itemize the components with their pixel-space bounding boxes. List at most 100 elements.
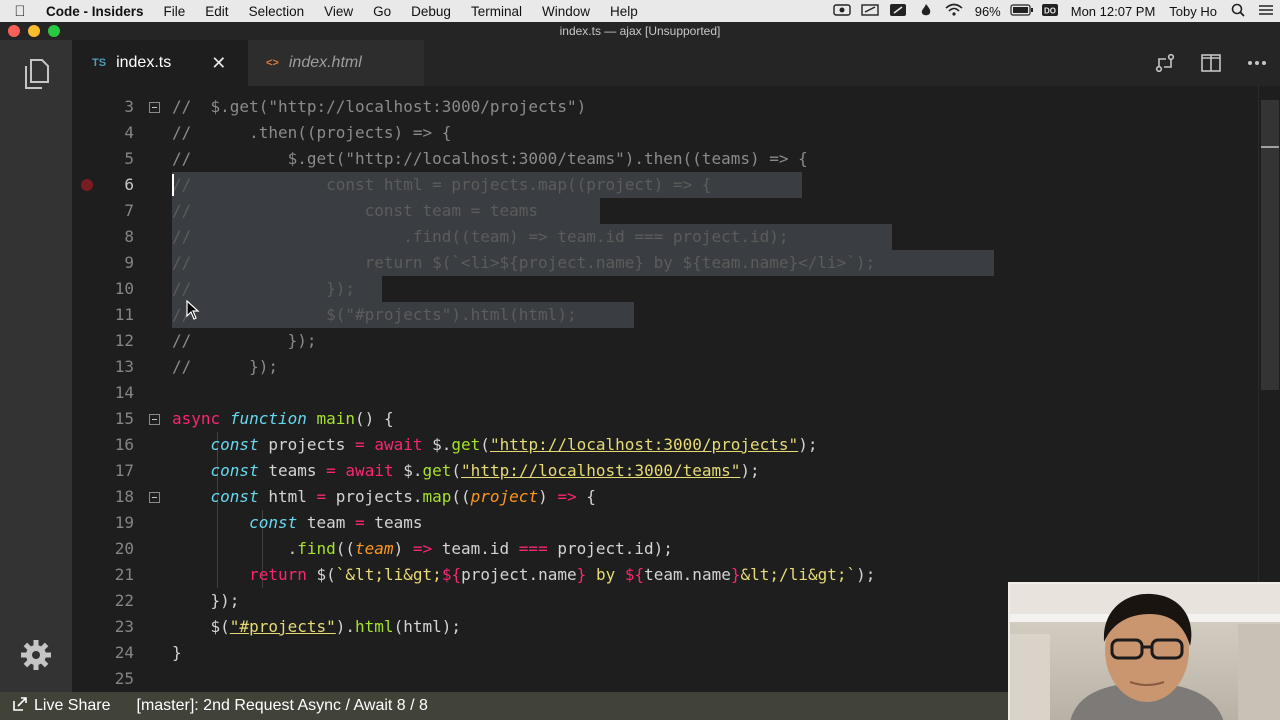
notification-center-icon[interactable] — [1252, 4, 1280, 19]
line-number: 25 — [114, 669, 134, 688]
window-title: index.ts — ajax [Unsupported] — [559, 24, 721, 38]
split-editor-icon[interactable] — [1188, 40, 1234, 86]
battery-icon[interactable] — [1008, 3, 1036, 19]
line-number: 6 — [124, 175, 134, 194]
menu-file[interactable]: File — [154, 4, 196, 19]
menu-user[interactable]: Toby Ho — [1162, 4, 1224, 19]
fold-icon[interactable] — [149, 102, 160, 113]
tab-label: index.html — [288, 54, 362, 71]
line-number: 7 — [124, 201, 134, 220]
gutter-line[interactable]: 20 — [72, 536, 172, 562]
gutter-line[interactable]: 7 — [72, 198, 172, 224]
code-line[interactable]: const projects = await $.get("http://loc… — [172, 432, 1260, 458]
line-number: 23 — [114, 617, 134, 636]
code-line[interactable]: // }); — [172, 328, 1260, 354]
code-line[interactable]: // const html = projects.map((project) =… — [172, 172, 1260, 198]
line-number: 9 — [124, 253, 134, 272]
fold-icon[interactable] — [149, 414, 160, 425]
menu-view[interactable]: View — [314, 4, 363, 19]
git-branch-status[interactable]: [master]: 2nd Request Async / Await 8 / … — [121, 697, 438, 715]
menu-help[interactable]: Help — [600, 4, 648, 19]
gutter-line[interactable]: 4 — [72, 120, 172, 146]
menu-selection[interactable]: Selection — [239, 4, 315, 19]
text-cursor — [172, 174, 174, 196]
line-number: 14 — [114, 383, 134, 402]
close-tab-icon[interactable]: ✕ — [211, 53, 226, 74]
gutter-line[interactable]: 16 — [72, 432, 172, 458]
wifi-icon[interactable] — [940, 3, 968, 19]
gutter-line[interactable]: 18 — [72, 484, 172, 510]
code-line[interactable]: const html = projects.map((project) => { — [172, 484, 1260, 510]
line-number: 19 — [114, 513, 134, 532]
camera-icon[interactable] — [828, 3, 856, 19]
spotlight-search-icon[interactable] — [1224, 3, 1252, 20]
svg-text:DO: DO — [1044, 6, 1056, 15]
code-line[interactable]: // .then((projects) => { — [172, 120, 1260, 146]
menu-app-name[interactable]: Code - Insiders — [40, 4, 154, 19]
gutter-line[interactable]: 10 — [72, 276, 172, 302]
code-line[interactable]: // const team = teams — [172, 198, 1260, 224]
tab-index-html[interactable]: <> index.html — [248, 40, 424, 86]
do-icon[interactable]: DO — [1036, 3, 1064, 20]
code-line[interactable]: // }); — [172, 354, 1260, 380]
line-number: 8 — [124, 227, 134, 246]
gutter-line[interactable]: 23 — [72, 614, 172, 640]
scrollbar-thumb[interactable] — [1261, 100, 1279, 390]
tab-index-ts[interactable]: TS index.ts ✕ — [72, 40, 248, 86]
gutter-line[interactable]: 13 — [72, 354, 172, 380]
gutter-line[interactable]: 12 — [72, 328, 172, 354]
line-number: 15 — [114, 409, 134, 428]
live-share-icon — [12, 696, 28, 717]
code-line[interactable]: // $("#projects").html(html); — [172, 302, 1260, 328]
gutter-line[interactable]: 3 — [72, 94, 172, 120]
gutter-line[interactable]: 15 — [72, 406, 172, 432]
code-line[interactable] — [172, 380, 1260, 406]
line-number: 11 — [114, 305, 134, 324]
menu-edit[interactable]: Edit — [195, 4, 238, 19]
gutter-line[interactable]: 5 — [72, 146, 172, 172]
gutter-line[interactable]: 11 — [72, 302, 172, 328]
gutter-line[interactable]: 22 — [72, 588, 172, 614]
presenter-video — [1010, 584, 1280, 720]
gutter-line[interactable]: 8 — [72, 224, 172, 250]
line-number: 12 — [114, 331, 134, 350]
settings-gear-icon[interactable] — [16, 638, 56, 678]
open-changes-icon[interactable] — [1142, 40, 1188, 86]
menu-clock[interactable]: Mon 12:07 PM — [1064, 4, 1163, 19]
code-line[interactable]: // .find((team) => team.id === project.i… — [172, 224, 1260, 250]
menu-terminal[interactable]: Terminal — [461, 4, 532, 19]
mac-menu-bar:  Code - Insiders File Edit Selection Vi… — [0, 0, 1280, 22]
fold-icon[interactable] — [149, 492, 160, 503]
code-line[interactable]: // return $(`<li>${project.name} by ${te… — [172, 250, 1260, 276]
code-line[interactable]: // $.get("http://localhost:3000/teams").… — [172, 146, 1260, 172]
code-line[interactable]: const teams = await $.get("http://localh… — [172, 458, 1260, 484]
gutter-line[interactable]: 24 — [72, 640, 172, 666]
flame-icon[interactable] — [912, 3, 940, 20]
apple-icon[interactable]:  — [0, 3, 40, 20]
screen-icon[interactable] — [856, 3, 884, 19]
gutter-line[interactable]: 14 — [72, 380, 172, 406]
code-line[interactable]: // }); — [172, 276, 1260, 302]
gutter-line[interactable]: 21 — [72, 562, 172, 588]
battery-percent[interactable]: 96% — [968, 4, 1008, 19]
more-actions-icon[interactable] — [1234, 40, 1280, 86]
pen-icon[interactable] — [884, 3, 912, 20]
gutter-line[interactable]: 17 — [72, 458, 172, 484]
tab-label: index.ts — [116, 54, 172, 71]
line-number: 17 — [114, 461, 134, 480]
menu-go[interactable]: Go — [363, 4, 401, 19]
gutter-line[interactable]: 9 — [72, 250, 172, 276]
code-line[interactable]: const team = teams — [172, 510, 1260, 536]
code-line[interactable]: .find((team) => team.id === project.id); — [172, 536, 1260, 562]
code-line[interactable]: // $.get("http://localhost:3000/projects… — [172, 94, 1260, 120]
gutter-line[interactable]: 25 — [72, 666, 172, 692]
editor-tab-bar: TS index.ts ✕ <> index.html — [72, 40, 1280, 86]
gutter-line[interactable]: 19 — [72, 510, 172, 536]
line-number: 24 — [114, 643, 134, 662]
menu-window[interactable]: Window — [532, 4, 600, 19]
live-share-button[interactable]: Live Share — [0, 696, 121, 717]
gutter-line[interactable]: 6 — [72, 172, 172, 198]
explorer-icon[interactable] — [20, 58, 52, 90]
menu-debug[interactable]: Debug — [401, 4, 461, 19]
code-line[interactable]: async function main() { — [172, 406, 1260, 432]
